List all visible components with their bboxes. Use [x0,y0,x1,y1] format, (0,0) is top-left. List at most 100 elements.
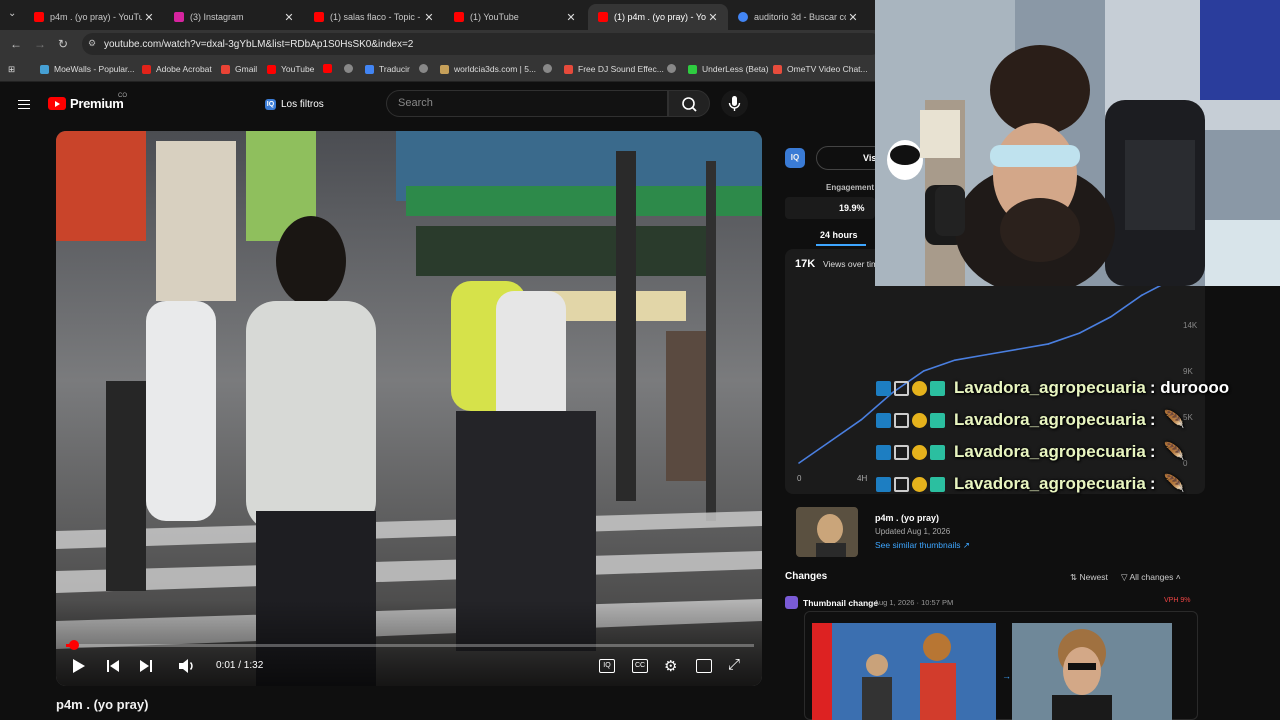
bookmark-label: OmeTV Video Chat... [787,64,868,74]
filters-button[interactable]: IQ Los filtros [265,94,324,114]
chat-message: Lavadora_agropecuaria : 🪶 [876,440,1185,464]
change-type-label: Thumbnail change [803,598,879,608]
youtube-premium-logo[interactable]: Premium CO [48,93,127,111]
y-tick-label: 14K [1183,321,1198,330]
video-thumbnail[interactable] [796,507,858,557]
bookmark-item[interactable] [344,64,358,73]
close-icon[interactable]: ✕ [846,11,860,24]
bookmark-favicon [564,64,573,74]
bookmark-favicon [667,64,676,73]
search-input[interactable]: Search [386,90,668,117]
fullscreen-icon[interactable]: ⤢ [728,656,740,673]
bookmark-favicon [221,64,230,74]
forward-arrow-icon[interactable]: → [34,37,46,51]
youtube-icon [454,12,464,22]
views-data-point [1141,294,1143,297]
chat-username: Lavadora_agropecuaria [954,442,1146,461]
bookmark-item[interactable]: UnderLess (Beta) [688,64,769,74]
browser-tab[interactable]: (1) YouTube ✕ [444,4,586,30]
views-data-point [922,370,925,372]
play-button[interactable] [70,658,86,679]
apps-grid-icon[interactable]: ⊞ [8,64,15,75]
close-icon[interactable]: ✕ [706,11,720,24]
prime-badge-icon [876,476,891,492]
bookmark-favicon [543,64,552,73]
theater-mode-icon[interactable] [696,659,712,673]
new-thumbnail-image [1012,623,1172,720]
address-bar[interactable]: ⚙ youtube.com/watch?v=dxal-3gYbLM&list=R… [82,33,882,55]
views-data-point [860,418,863,421]
volume-button[interactable] [178,658,196,679]
new-thumbnail[interactable] [1012,623,1172,720]
bookmark-item[interactable]: Traducir [365,64,410,74]
similar-thumbnails-link[interactable]: See similar thumbnails ↗ [875,540,970,551]
close-icon[interactable]: ✕ [282,11,296,24]
close-icon[interactable]: ✕ [564,11,578,24]
bookmark-item[interactable]: YouTube [267,64,314,74]
browser-tab[interactable]: (3) Instagram ✕ [164,4,304,30]
menu-icon[interactable] [18,97,30,112]
instagram-icon [174,12,184,22]
site-info-icon[interactable]: ⚙ [88,38,96,49]
bookmark-item[interactable] [419,64,433,73]
filters-icon: IQ [265,98,276,110]
close-icon[interactable]: ✕ [142,11,156,24]
thumbnail-change-icon [785,596,798,609]
thumbnail-updated-date: Updated Aug 1, 2026 [875,527,951,536]
progress-bar[interactable] [66,640,754,650]
tier-badge-icon [930,476,945,492]
bookmark-item[interactable]: MoeWalls - Popular... [40,64,134,74]
next-button[interactable] [139,659,153,678]
tab-title: p4m . (yo pray) - YouTube [50,12,142,22]
back-arrow-icon[interactable]: ← [10,37,22,51]
bookmark-item[interactable] [323,64,337,73]
bookmark-item[interactable] [667,64,681,73]
video-title: p4m . (yo pray) [56,697,149,712]
microphone-icon [728,96,741,111]
search-icon [682,97,697,112]
settings-gear-icon[interactable]: ⚙ [664,657,677,675]
browser-tab[interactable]: p4m . (yo pray) - YouTube ✕ [24,4,164,30]
voice-search-button[interactable] [721,90,748,117]
tab-title: auditorio 3d - Buscar con [754,12,846,22]
previous-button[interactable] [106,659,120,678]
filter-dropdown[interactable]: ▽ All changes ˄ [1121,572,1181,583]
reload-icon[interactable]: ↻ [58,37,68,51]
browser-tab[interactable]: (1) salas flaco - Topic - Yo ✕ [304,4,444,30]
views-data-point [985,353,987,356]
bookmark-label: worldcia3ds.com | 5... [454,64,537,74]
views-data-point [1109,316,1112,318]
x-tick-label: 4H [857,474,867,483]
prime-badge-icon [876,444,891,460]
bookmark-item[interactable]: OmeTV Video Chat... [773,64,868,74]
iq-extension-icon[interactable]: IQ [599,659,615,673]
captions-icon[interactable]: CC [632,659,648,673]
period-tab[interactable]: 24 hours [820,230,858,240]
streamer-webcam [875,0,1280,286]
youtube-play-logo-icon [48,97,66,110]
bookmark-item[interactable]: Gmail [221,64,257,74]
gold-badge-icon [912,444,927,460]
close-icon[interactable]: ✕ [422,11,436,24]
tab-title: (1) salas flaco - Topic - Yo [330,12,422,22]
google-icon [738,12,748,22]
bookmark-label: Free DJ Sound Effec... [578,64,664,74]
youtube-icon [314,12,324,22]
prime-badge-icon [876,380,891,396]
browser-tab[interactable]: auditorio 3d - Buscar con ✕ [728,4,868,30]
sort-dropdown[interactable]: ⇅ Newest [1070,572,1108,583]
prime-badge-icon [876,412,891,428]
chat-username: Lavadora_agropecuaria [954,378,1146,397]
browser-tab-active[interactable]: (1) p4m . (yo pray) - YouTu ✕ [588,4,728,30]
bookmark-favicon [773,64,782,74]
bookmark-item[interactable] [543,64,557,73]
bookmark-item[interactable]: Free DJ Sound Effec... [564,64,664,74]
bookmark-item[interactable]: Adobe Acrobat [142,64,212,74]
bookmark-item[interactable]: worldcia3ds.com | 5... [440,64,536,74]
old-thumbnail[interactable] [812,623,996,720]
arrow-right-icon: → [1002,671,1011,681]
tab-search-icon[interactable]: ⌄ [8,8,16,19]
bookmark-favicon [365,64,374,74]
search-button[interactable] [668,90,710,117]
scrubber-handle[interactable] [68,640,79,650]
